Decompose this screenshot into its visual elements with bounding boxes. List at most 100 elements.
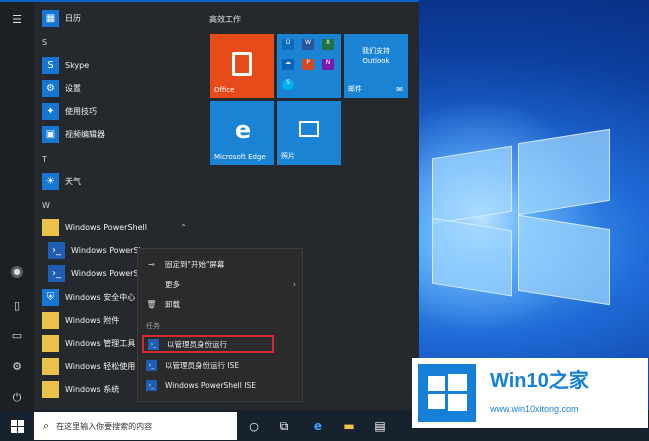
store-bag-icon: ▤ xyxy=(374,419,386,433)
letter-header-w[interactable]: W xyxy=(42,201,50,210)
app-label: 设置 xyxy=(65,83,81,93)
menu-item-label: Windows PowerShell ISE xyxy=(165,380,256,390)
menu-item-label: 以管理员身份运行 ISE xyxy=(165,360,240,370)
tile-office[interactable]: Office xyxy=(210,34,274,98)
tile-photos[interactable]: 照片 xyxy=(277,101,341,165)
user-account-icon[interactable]: ● xyxy=(11,266,23,278)
menu-section-header: 任务 xyxy=(146,322,160,330)
app-calendar[interactable]: ▦ 日历 xyxy=(42,8,197,28)
letter-header-s[interactable]: S xyxy=(42,38,47,47)
taskbar-store[interactable]: ▤ xyxy=(368,414,392,438)
app-video-editor[interactable]: ▣ 视频编辑器 xyxy=(42,124,197,144)
trash-icon: 🗑 xyxy=(146,299,157,309)
watermark-windows-logo xyxy=(418,364,476,422)
taskbar-search-box[interactable]: ⌕ 在这里输入你要搜索的内容 xyxy=(34,412,237,440)
edge-logo-icon: e xyxy=(234,116,252,144)
app-label: 使用技巧 xyxy=(65,106,97,116)
app-label: Windows 附件 xyxy=(65,315,120,325)
powershell-icon: ›_ xyxy=(48,241,65,259)
pictures-icon[interactable]: ▭ xyxy=(9,328,25,344)
start-button[interactable] xyxy=(5,414,29,438)
outlook-icon: O xyxy=(282,39,294,50)
folder-icon xyxy=(42,380,59,398)
app-label: Windows 轻松使用 xyxy=(65,361,136,371)
folder-icon xyxy=(42,334,59,352)
app-label: Windows PowerSh xyxy=(71,245,144,255)
settings-icon: ⚙ xyxy=(42,79,59,97)
watermark-badge: Win10之家 www.win10xitong.com xyxy=(412,358,648,428)
video-editor-icon: ▣ xyxy=(42,125,59,143)
app-skype[interactable]: S Skype xyxy=(42,55,197,75)
power-icon[interactable]: ⏻ xyxy=(9,390,25,406)
app-settings[interactable]: ⚙ 设置 xyxy=(42,78,197,98)
app-label: Windows PowerSh xyxy=(71,268,144,278)
search-icon: ⌕ xyxy=(43,419,50,432)
folder-icon xyxy=(42,311,59,329)
app-label: 视频编辑器 xyxy=(65,129,105,139)
app-label: Windows 安全中心 xyxy=(65,292,136,302)
tile-label: Office xyxy=(214,86,235,94)
menu-item-uninstall[interactable]: 🗑 卸载 xyxy=(146,295,298,313)
settings-gear-icon[interactable]: ⚙ xyxy=(9,359,25,375)
powershell-ise-icon: ›_ xyxy=(146,379,157,391)
tile-label: Microsoft Edge xyxy=(214,153,266,161)
app-label: Windows 系统 xyxy=(65,384,120,394)
app-weather[interactable]: ☀ 天气 xyxy=(42,171,197,191)
menu-item-label: 固定到"开始"屏幕 xyxy=(165,259,225,269)
menu-item-run-as-admin[interactable]: ›_ 以管理员身份运行 xyxy=(142,335,274,353)
menu-item-powershell-ise[interactable]: ›_ Windows PowerShell ISE xyxy=(146,376,298,394)
powerpoint-icon: P xyxy=(302,59,314,70)
app-label: 日历 xyxy=(65,13,81,23)
lightbulb-icon: ✦ xyxy=(42,102,59,120)
taskbar-edge[interactable]: e xyxy=(306,414,330,438)
context-menu: ⊸ 固定到"开始"屏幕 更多 › 🗑 卸载 任务 ›_ 以管理员身份运行 ›_ … xyxy=(137,248,303,402)
tile-office-apps-group[interactable]: O W X ☁ P N S xyxy=(277,34,341,98)
tile-label: 照片 xyxy=(281,152,295,160)
menu-item-pin-to-start[interactable]: ⊸ 固定到"开始"屏幕 xyxy=(146,255,298,273)
search-placeholder: 在这里输入你要搜索的内容 xyxy=(56,421,153,431)
cortana-circle-icon: ○ xyxy=(249,419,259,433)
mail-tile-title: 我们支持 Outlook xyxy=(362,47,390,65)
letter-header-t[interactable]: T xyxy=(42,155,47,164)
folder-icon xyxy=(42,218,59,236)
folder-windows-powershell[interactable]: Windows PowerShell ⌃ xyxy=(42,217,197,237)
photo-icon xyxy=(299,121,319,137)
wallpaper-windows-logo xyxy=(412,122,622,312)
menu-item-run-ise-as-admin[interactable]: ›_ 以管理员身份运行 ISE xyxy=(146,356,298,374)
taskbar-file-explorer[interactable]: ▬ xyxy=(337,414,361,438)
menu-item-more[interactable]: 更多 › xyxy=(146,275,298,293)
app-tips[interactable]: ✦ 使用技巧 xyxy=(42,101,197,121)
menu-item-label: 以管理员身份运行 xyxy=(167,339,227,349)
onenote-icon: N xyxy=(322,59,334,70)
calendar-icon: ▦ xyxy=(42,9,59,27)
tile-label: 邮件 xyxy=(348,85,362,93)
onedrive-icon: ☁ xyxy=(282,59,294,70)
word-icon: W xyxy=(302,39,314,50)
windows-logo-icon xyxy=(10,419,24,433)
task-view-button[interactable]: ⧉ xyxy=(272,414,296,438)
tile-mail[interactable]: 我们支持 Outlook 邮件 ✉ xyxy=(344,34,408,98)
folder-icon: ▬ xyxy=(343,419,355,433)
start-menu-rail: ☰ ● ▯ ▭ ⚙ ⏻ xyxy=(0,0,34,410)
task-view-icon: ⧉ xyxy=(279,418,289,433)
powershell-ise-icon: ›_ xyxy=(146,359,157,371)
powershell-icon: ›_ xyxy=(48,264,65,282)
powershell-icon: ›_ xyxy=(148,338,159,350)
watermark-title: Win10之家 xyxy=(490,370,589,392)
app-label: Windows 管理工具 xyxy=(65,338,136,348)
start-menu-accent-line xyxy=(0,0,419,2)
documents-icon[interactable]: ▯ xyxy=(9,298,25,314)
pin-icon: ⊸ xyxy=(148,259,155,269)
folder-icon xyxy=(42,357,59,375)
shield-icon: ⛨ xyxy=(42,288,59,306)
edge-icon: e xyxy=(313,419,323,433)
envelope-icon: ✉ xyxy=(396,85,403,94)
tile-group-title: 高效工作 xyxy=(209,15,241,24)
hamburger-menu-icon[interactable]: ☰ xyxy=(9,12,25,28)
tile-microsoft-edge[interactable]: e Microsoft Edge xyxy=(210,101,274,165)
app-label: 天气 xyxy=(65,176,81,186)
chevron-right-icon: › xyxy=(293,279,296,289)
office-logo-icon xyxy=(232,52,252,76)
cortana-button[interactable]: ○ xyxy=(242,414,266,438)
menu-item-label: 卸载 xyxy=(165,299,180,309)
